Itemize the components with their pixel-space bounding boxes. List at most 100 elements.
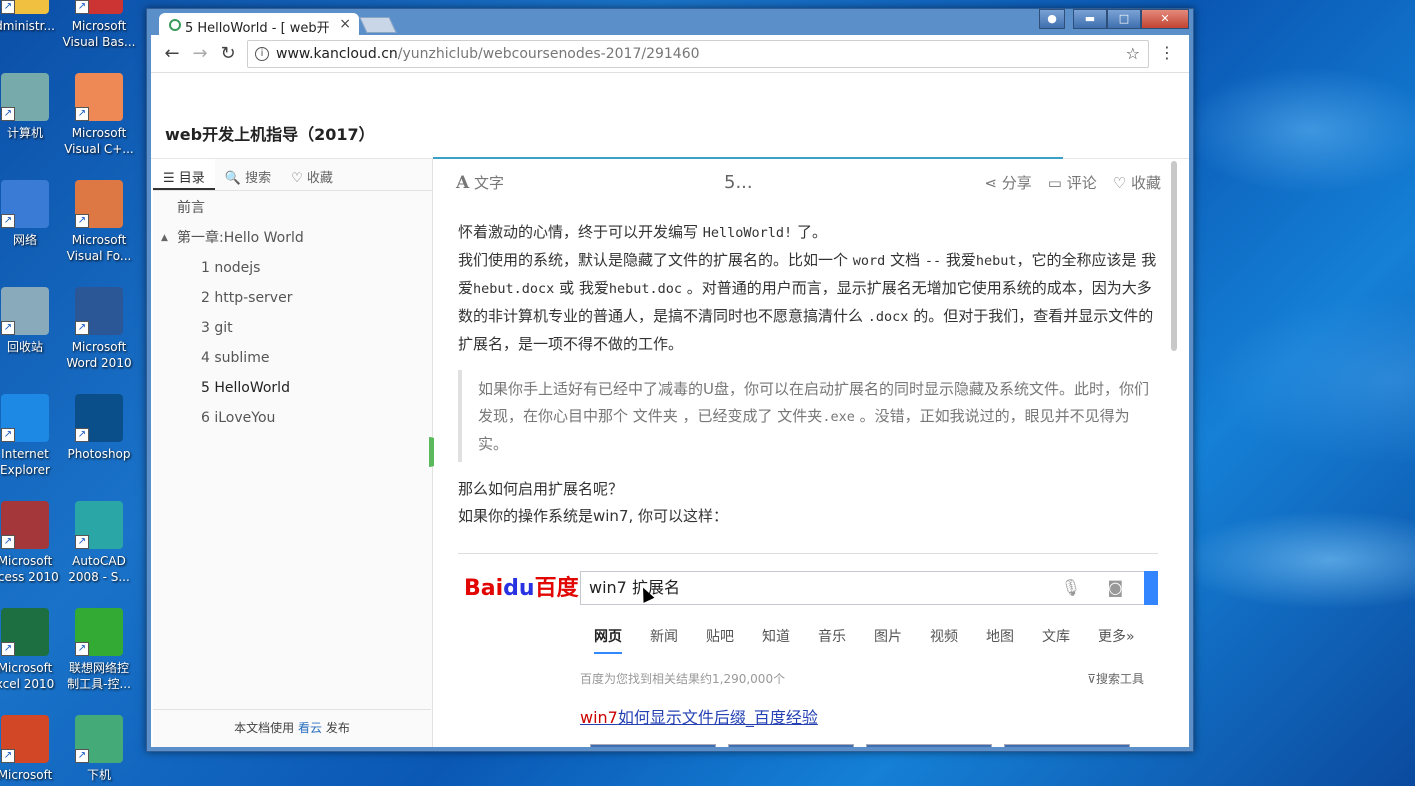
browser-menu-icon[interactable]: ⋮: [1159, 43, 1175, 62]
microphone-icon: 🎙: [1060, 578, 1081, 597]
toc-item[interactable]: 3 git: [153, 313, 432, 343]
access-icon: ↗: [1, 501, 49, 549]
tab-helloworld[interactable]: 5 HelloWorld - [ web开 ×: [159, 13, 359, 37]
desktop-shortcut[interactable]: ↗ 联想网络控 制工具-控...: [60, 608, 138, 692]
desktop-shortcut[interactable]: ↗ AutoCAD 2008 - S...: [60, 501, 138, 585]
shortcut-arrow-icon: ↗: [75, 642, 89, 656]
toc-item[interactable]: 前言: [153, 193, 432, 223]
share-button[interactable]: ⋖ 分享: [984, 172, 1031, 193]
excel-icon: ↗: [1, 608, 49, 656]
table-of-contents: 前言 ▲ 第一章:Hello World 1 nodejs 2 http-server 3…: [153, 191, 432, 433]
favorite-button[interactable]: ♡ 收藏: [1113, 172, 1161, 193]
desktop-shortcut[interactable]: ↗ 下机: [60, 715, 138, 783]
desktop-shortcut[interactable]: ↗ Microsoft ccess 2010: [0, 501, 64, 585]
baidu-tab: 音乐: [818, 629, 846, 645]
comment-button[interactable]: ▭ 评论: [1048, 172, 1097, 193]
footer-suffix: 发布: [325, 721, 350, 735]
comment-label: 评论: [1066, 174, 1097, 192]
paragraph-3: 那么如何启用扩展名呢？: [458, 480, 624, 498]
desktop-shortcut[interactable]: ↗ dministr...: [0, 0, 64, 34]
thumbnail-2: [728, 744, 854, 747]
desktop-shortcut[interactable]: ↗ Microsoft Visual Bas...: [60, 0, 138, 50]
book-title[interactable]: web开发上机指导（2017）: [165, 121, 375, 145]
forward-button[interactable]: →: [189, 43, 211, 65]
tab-close-icon[interactable]: ×: [339, 16, 351, 32]
tab-search[interactable]: 🔍 搜索: [215, 159, 281, 190]
toc-item[interactable]: 5 HelloWorld: [153, 373, 432, 403]
sidebar-footer: 本文档使用 看云 发布: [153, 709, 431, 747]
url-path: /yunzhiclub/webcoursenodes-2017/291460: [397, 46, 700, 62]
font-setting-button[interactable]: A 文字: [456, 172, 504, 193]
desktop-shortcut-label: Photoshop: [67, 447, 131, 461]
desktop-shortcut[interactable]: ↗ Microsoft: [0, 715, 64, 783]
toc-item[interactable]: 6 iLoveYou: [153, 403, 432, 433]
desktop-shortcut[interactable]: ↗ Microsoft Word 2010: [60, 287, 138, 371]
tab-strip: 5 HelloWorld - [ web开 × ● ▬ □ ✕: [151, 9, 1189, 37]
paragraph-1: 怀着激动的心情，终于可以开发编写 HelloWorld! 了。: [458, 223, 827, 241]
toc-item[interactable]: 2 http-server: [153, 283, 432, 313]
article-actions: ⋖ 分享 ▭ 评论 ♡ 收藏: [984, 172, 1161, 193]
toc-item[interactable]: 4 sublime: [153, 343, 432, 373]
desktop-shortcut[interactable]: ↗ Photoshop: [60, 394, 138, 462]
desktop-shortcut[interactable]: ↗ 网络: [0, 180, 64, 248]
desktop-shortcut-label: Microsoft xcel 2010: [0, 661, 55, 691]
user-profile-icon[interactable]: ●: [1039, 9, 1065, 29]
close-window-button[interactable]: ✕: [1141, 9, 1189, 29]
baidu-paw-icon: du: [503, 576, 535, 601]
desktop-shortcut[interactable]: ↗ Microsoft Visual C+...: [60, 73, 138, 157]
kancloud-favicon-icon: [169, 19, 181, 31]
shortcut-arrow-icon: ↗: [75, 107, 89, 121]
maximize-button[interactable]: □: [1107, 9, 1141, 29]
toc-item-label: 前言: [177, 200, 205, 216]
desktop-shortcut[interactable]: ↗ Microsoft Visual Fo...: [60, 180, 138, 264]
shortcut-arrow-icon: ↗: [1, 428, 15, 442]
caret-down-icon[interactable]: ▲: [161, 223, 168, 253]
desktop-shortcut-label: 计算机: [6, 126, 43, 140]
toc-item[interactable]: ▲ 第一章:Hello World: [153, 223, 432, 253]
tab-favorites[interactable]: ♡ 收藏: [281, 159, 343, 190]
photoshop-icon: ↗: [75, 394, 123, 442]
minimize-button[interactable]: ▬: [1073, 9, 1107, 29]
baidu-tab: 新闻: [650, 629, 678, 645]
desktop-shortcut-label: Microsoft Word 2010: [66, 340, 132, 370]
desktop-shortcut[interactable]: ↗ Microsoft xcel 2010: [0, 608, 64, 692]
site-info-icon[interactable]: i: [255, 47, 269, 61]
tab-catalog[interactable]: ☰ 目录: [153, 159, 215, 190]
browser-window: 5 HelloWorld - [ web开 × ● ▬ □ ✕ ← → ↻ i …: [146, 8, 1194, 752]
result-thumbnails: [590, 744, 1130, 747]
browser-viewport: ← → ↻ i www.kancloud.cn/yunzhiclub/webco…: [151, 35, 1189, 747]
favorite-label: 收藏: [1130, 174, 1161, 192]
visual-basic-icon: ↗: [75, 0, 123, 14]
desktop-shortcut-label: 网络: [12, 233, 37, 247]
article-pane: A 文字 5... ⋖ 分享 ▭ 评论 ♡ 收藏 怀着激动的心情，终于可以开发编…: [434, 159, 1179, 747]
desktop-shortcut[interactable]: ↗ 计算机: [0, 73, 64, 141]
baidu-tab: 贴吧: [706, 629, 734, 645]
desktop-shortcut[interactable]: ↗ 回收站: [0, 287, 64, 355]
baidu-search-tools: ⊽搜索工具: [1087, 672, 1144, 686]
shortcut-arrow-icon: ↗: [75, 428, 89, 442]
desktop-shortcut-label: AutoCAD 2008 - S...: [68, 554, 130, 584]
thumbnail-1: [590, 744, 716, 747]
sidebar-tabs: ☰ 目录 🔍 搜索 ♡ 收藏: [153, 159, 432, 191]
visual-cpp-icon: ↗: [75, 73, 123, 121]
camera-icon: ◙: [1107, 578, 1123, 597]
desktop-shortcut[interactable]: ↗ Internet Explorer: [0, 394, 64, 478]
kancloud-link[interactable]: 看云: [298, 721, 322, 735]
autocad-icon: ↗: [75, 501, 123, 549]
baidu-tab: 地图: [986, 629, 1014, 645]
new-tab-button[interactable]: [359, 17, 397, 33]
bookmark-star-icon[interactable]: ☆: [1126, 41, 1140, 67]
vertical-scrollbar[interactable]: [1171, 161, 1177, 351]
font-icon: A: [456, 173, 470, 193]
toc-item[interactable]: 1 nodejs: [153, 253, 432, 283]
back-button[interactable]: ←: [161, 43, 183, 65]
address-bar[interactable]: i www.kancloud.cn/yunzhiclub/webcourseno…: [247, 40, 1149, 68]
share-label: 分享: [1001, 174, 1032, 192]
reload-button[interactable]: ↻: [217, 43, 239, 65]
network-icon: ↗: [1, 180, 49, 228]
desktop-shortcut-label: 下机: [86, 768, 111, 782]
shortcut-arrow-icon: ↗: [1, 749, 15, 763]
shortcut-arrow-icon: ↗: [1, 0, 15, 14]
paragraph-4: 如果你的操作系统是win7, 你可以这样：: [458, 507, 729, 525]
shortcut-arrow-icon: ↗: [75, 535, 89, 549]
